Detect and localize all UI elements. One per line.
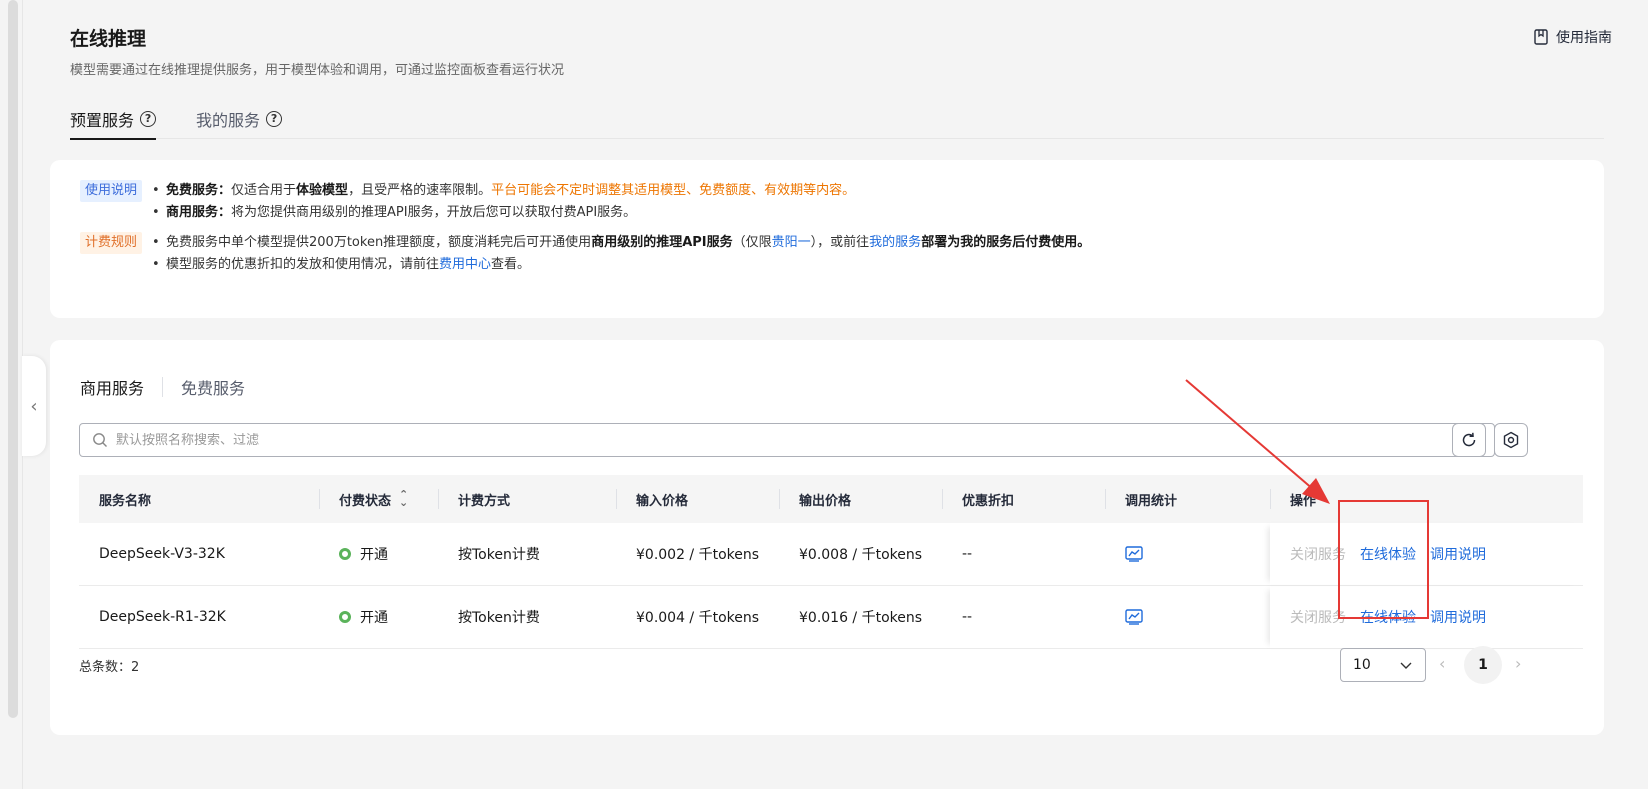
search-icon (93, 433, 107, 447)
tab-commercial[interactable]: 商用服务 (80, 375, 162, 399)
my-services-link[interactable]: 我的服务 (869, 235, 921, 250)
header-name: 服务名称 (99, 493, 152, 509)
billing-line-discount: 模型服务的优惠折扣的发放和使用情况，请前往费用中心查看。 (152, 254, 1090, 276)
settings-button[interactable] (1494, 423, 1528, 457)
page-size-value: 10 (1353, 657, 1371, 673)
billing-tag: 计费规则 (80, 232, 143, 254)
tab-my-services[interactable]: 我的服务 ? (196, 98, 283, 139)
user-guide-link[interactable]: 使用指南 (1534, 27, 1612, 47)
billing-list: 免费服务中单个模型提供200万token推理额度，额度消耗完后可开通使用商用级别… (152, 232, 1090, 276)
table-row: DeepSeek-R1-32K 开通 按Token计费 ¥0.004 / 千to… (79, 586, 1583, 649)
header-billing: 计费方式 (438, 475, 616, 523)
billing-rules: 计费规则 免费服务中单个模型提供200万token推理额度，额度消耗完后可开通使… (80, 232, 1090, 276)
tab-label: 预置服务 (70, 110, 135, 130)
input-price: ¥0.004 / 千tokens (636, 610, 760, 626)
usage-line-free: 免费服务：仅适合用于体验模型，且受严格的速率限制。平台可能会不定时调整其适用模型… (152, 180, 855, 202)
actions-cell: 关闭服务 在线体验 调用说明 (1270, 586, 1583, 648)
output-price: ¥0.016 / 千tokens (799, 610, 923, 626)
header-discount: 优惠折扣 (942, 475, 1105, 523)
gear-icon (1503, 431, 1519, 449)
status-cell: 开通 (319, 523, 438, 585)
chevron-left-icon: ‹ (30, 395, 38, 417)
search-input[interactable] (116, 432, 1494, 448)
header-input-price: 输入价格 (616, 475, 779, 523)
status-dot-icon (339, 611, 351, 623)
tab-divider (162, 377, 164, 397)
region-link[interactable]: 贵阳一 (772, 235, 811, 250)
close-service-button[interactable]: 关闭服务 (1290, 544, 1346, 564)
usage-line-commercial: 商用服务：将为您提供商用级别的推理API服务，开放后您可以获取付费API服务。 (152, 202, 855, 224)
discount: -- (962, 609, 973, 625)
refresh-icon (1462, 432, 1476, 447)
help-icon[interactable]: ? (266, 110, 283, 127)
actions-cell: 关闭服务 在线体验 调用说明 (1270, 523, 1583, 585)
status-dot-icon (339, 548, 351, 560)
service-name: DeepSeek-V3-32K (99, 546, 225, 562)
sidebar-collapse-button[interactable]: ‹ (22, 356, 46, 456)
total-count: 总条数：2 (79, 660, 140, 675)
api-doc-link[interactable]: 调用说明 (1430, 607, 1486, 627)
header-status[interactable]: 付费状态 ⌃ ⌄ (319, 475, 438, 523)
service-type-tabs: 商用服务 免费服务 (80, 375, 263, 399)
services-card: 商用服务 免费服务 服务名称 付费状态⌃⌄ 计费方式 输入价格 输出价格 优惠折… (50, 340, 1604, 735)
usage-list: 免费服务：仅适合用于体验模型，且受严格的速率限制。平台可能会不定时调整其适用模型… (152, 180, 855, 224)
help-icon[interactable]: ? (140, 110, 157, 127)
info-card: 使用说明 免费服务：仅适合用于体验模型，且受严格的速率限制。平台可能会不定时调整… (50, 160, 1604, 318)
tab-label: 我的服务 (196, 110, 261, 130)
billing-line-quota: 免费服务中单个模型提供200万token推理额度，额度消耗完后可开通使用商用级别… (152, 232, 1090, 254)
online-try-button[interactable]: 在线体验 (1360, 607, 1416, 627)
close-service-button[interactable]: 关闭服务 (1290, 607, 1346, 627)
api-doc-link[interactable]: 调用说明 (1430, 544, 1486, 564)
chart-icon[interactable] (1125, 546, 1143, 562)
table-row: DeepSeek-V3-32K 开通 按Token计费 ¥0.002 / 千to… (79, 523, 1583, 586)
billing-method: 按Token计费 (458, 547, 540, 563)
chevron-down-icon (1400, 662, 1412, 669)
discount: -- (962, 546, 973, 562)
tab-free[interactable]: 免费服务 (181, 375, 263, 399)
chart-icon[interactable] (1125, 609, 1143, 625)
next-page-button[interactable]: › (1515, 654, 1521, 673)
status-cell: 开通 (319, 586, 438, 648)
header-output-price: 输出价格 (779, 475, 942, 523)
usage-notes: 使用说明 免费服务：仅适合用于体验模型，且受严格的速率限制。平台可能会不定时调整… (80, 180, 855, 224)
call-stats-cell (1105, 523, 1270, 585)
billing-method: 按Token计费 (458, 610, 540, 626)
user-guide-label: 使用指南 (1556, 30, 1612, 46)
page-size-select[interactable]: 10 (1340, 648, 1426, 682)
book-icon (1534, 29, 1548, 45)
usage-tag: 使用说明 (80, 180, 143, 202)
tab-preset-services[interactable]: 预置服务 ? (70, 98, 157, 140)
page-title: 在线推理 (70, 28, 147, 50)
services-table: 服务名称 付费状态 ⌃ ⌄ 计费方式 输入价格 输出价格 优惠折扣 调用统计 操作 … (79, 475, 1583, 649)
table-header: 服务名称 付费状态 ⌃ ⌄ 计费方式 输入价格 输出价格 优惠折扣 调用统计 操作 (79, 475, 1583, 523)
refresh-button[interactable] (1452, 423, 1486, 457)
service-tabs: 预置服务 ? 我的服务 ? (70, 98, 1604, 140)
service-name: DeepSeek-R1-32K (99, 609, 226, 625)
sort-icon[interactable]: ⌃ ⌄ (399, 489, 408, 508)
header-actions: 操作 (1270, 475, 1583, 523)
input-price: ¥0.002 / 千tokens (636, 547, 760, 563)
header-call-stats: 调用统计 (1105, 475, 1270, 523)
prev-page-button[interactable]: ‹ (1439, 654, 1445, 673)
output-price: ¥0.008 / 千tokens (799, 547, 923, 563)
search-box (79, 423, 1495, 457)
page-scrollbar[interactable] (8, 0, 18, 718)
billing-center-link[interactable]: 费用中心 (439, 257, 491, 272)
online-try-button[interactable]: 在线体验 (1360, 544, 1416, 564)
page-description: 模型需要通过在线推理提供服务，用于模型体验和调用，可通过监控面板查看运行状况 (70, 63, 565, 78)
call-stats-cell (1105, 586, 1270, 648)
current-page-button[interactable]: 1 (1464, 646, 1502, 684)
